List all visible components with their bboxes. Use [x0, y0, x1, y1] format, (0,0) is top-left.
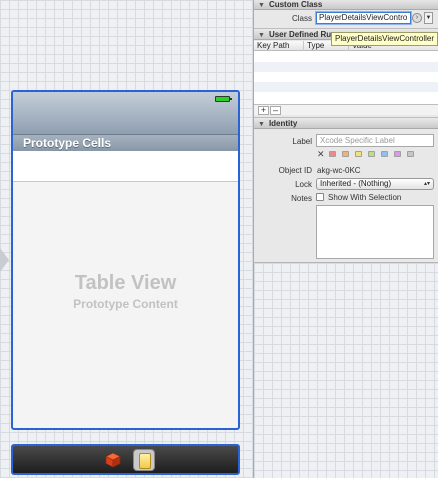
disclosure-triangle-icon[interactable]: ▼ — [258, 0, 265, 11]
section-header: Prototype Cells — [13, 135, 238, 151]
clear-label-color-icon[interactable]: ✕ — [317, 149, 325, 160]
lock-label: Lock — [295, 180, 312, 189]
attributes-button-bar: + – — [254, 104, 438, 115]
class-label: Class — [291, 14, 312, 23]
class-dropdown-chevron-icon[interactable]: ▼ — [424, 12, 433, 24]
table-row — [254, 82, 438, 92]
class-tooltip: PlayerDetailsViewController — [331, 32, 438, 46]
object-id-label: Object ID — [278, 166, 312, 175]
label-color-swatch[interactable] — [342, 151, 349, 157]
prototype-cell[interactable] — [13, 151, 238, 182]
navigation-bar[interactable] — [13, 92, 238, 135]
table-row — [254, 62, 438, 72]
label-color-swatch[interactable] — [407, 151, 414, 157]
go-to-class-arrow-icon[interactable]: › — [412, 13, 422, 23]
label-color-swatch[interactable] — [394, 151, 401, 157]
lock-select-value: Inherited - (Nothing) — [320, 179, 392, 188]
disclosure-triangle-icon[interactable]: ▼ — [258, 119, 265, 130]
runtime-attributes-table[interactable]: Key Path Type Value — [254, 41, 438, 104]
first-responder-cube-icon[interactable] — [105, 452, 121, 468]
show-with-selection-checkbox[interactable] — [316, 193, 324, 201]
lock-select[interactable]: Inherited - (Nothing) ▴▾ — [316, 178, 434, 190]
view-controller-icon[interactable] — [133, 449, 155, 471]
show-with-selection-label: Show With Selection — [328, 193, 402, 202]
scene-dock[interactable] — [11, 444, 240, 475]
table-view-controller-scene[interactable]: Prototype Cells Table View Prototype Con… — [11, 90, 240, 430]
table-view-subtitle: Prototype Content — [73, 297, 178, 311]
updown-arrows-icon: ▴▾ — [423, 181, 430, 187]
label-label: Label — [292, 137, 312, 146]
identity-header[interactable]: ▼ Identity — [254, 117, 438, 129]
label-color-swatch[interactable] — [368, 151, 375, 157]
segue-arrow-icon — [0, 248, 9, 272]
xcode-label-field[interactable]: Xcode Specific Label — [316, 134, 434, 147]
label-color-swatch[interactable] — [381, 151, 388, 157]
notes-textarea[interactable] — [316, 205, 434, 259]
notes-label: Notes — [291, 194, 312, 203]
battery-icon — [215, 96, 232, 102]
add-attribute-button[interactable]: + — [258, 106, 269, 115]
inspector-empty-area — [254, 262, 438, 478]
disclosure-triangle-icon[interactable]: ▼ — [258, 30, 265, 41]
label-color-swatch[interactable] — [355, 151, 362, 157]
storyboard-canvas[interactable]: Prototype Cells Table View Prototype Con… — [0, 0, 253, 478]
column-key-path[interactable]: Key Path — [254, 41, 304, 51]
class-field[interactable]: PlayerDetailsViewContro — [316, 12, 411, 24]
custom-class-header[interactable]: ▼ Custom Class — [254, 0, 438, 10]
table-view-title: Table View — [74, 272, 177, 294]
identity-inspector: ▼ Custom Class Class PlayerDetailsViewCon… — [253, 0, 438, 478]
remove-attribute-button[interactable]: – — [270, 106, 281, 115]
object-id-value: akg-wc-0KC — [317, 166, 361, 175]
label-color-swatch[interactable] — [329, 151, 336, 157]
xcode-label-placeholder: Xcode Specific Label — [320, 136, 395, 145]
